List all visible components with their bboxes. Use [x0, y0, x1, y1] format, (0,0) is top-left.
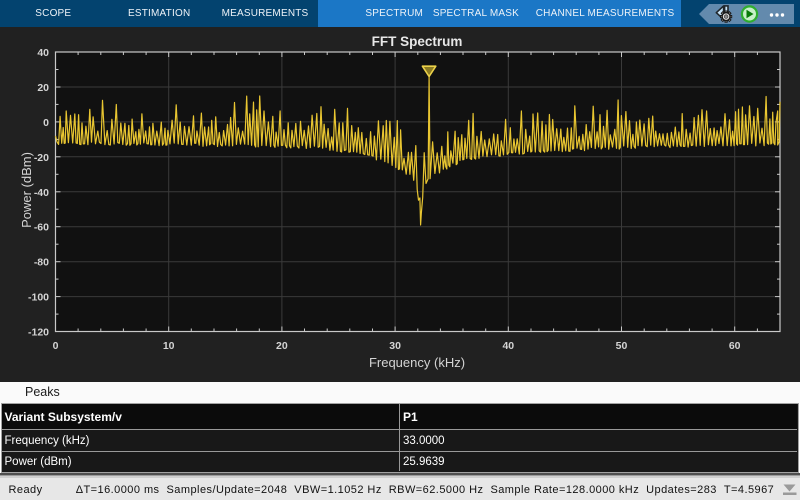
svg-text:Power (dBm): Power (dBm) — [19, 152, 34, 228]
svg-text:40: 40 — [37, 47, 49, 59]
svg-text:-60: -60 — [34, 222, 49, 234]
svg-text:-40: -40 — [34, 187, 49, 199]
svg-text:40: 40 — [502, 340, 514, 352]
svg-text:Frequency (kHz): Frequency (kHz) — [369, 355, 465, 370]
svg-text:30: 30 — [389, 340, 401, 352]
svg-text:FFT Spectrum: FFT Spectrum — [372, 34, 463, 49]
svg-text:0: 0 — [53, 340, 59, 352]
svg-text:60: 60 — [729, 340, 741, 352]
svg-text:-80: -80 — [34, 257, 49, 269]
svg-text:50: 50 — [616, 340, 628, 352]
svg-text:20: 20 — [37, 82, 49, 94]
svg-text:20: 20 — [276, 340, 288, 352]
svg-text:10: 10 — [163, 340, 175, 352]
svg-text:-100: -100 — [28, 292, 49, 304]
svg-text:-120: -120 — [28, 327, 49, 339]
svg-text:0: 0 — [43, 117, 49, 129]
svg-text:-20: -20 — [34, 152, 49, 164]
